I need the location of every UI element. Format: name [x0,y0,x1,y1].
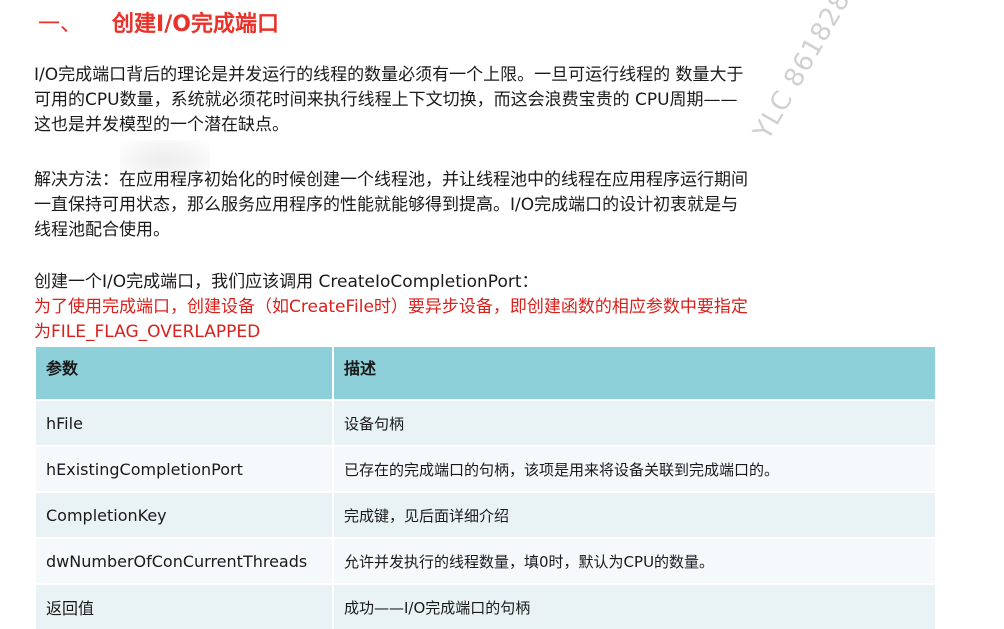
param-desc: 完成键，见后面详细介绍 [333,491,937,538]
param-name: 返回值 [36,583,334,629]
param-desc: 已存在的完成端口的句柄，该项是用来将设备关联到完成端口的。 [333,445,937,492]
param-desc: 允许并发执行的线程数量，填0时，默认为CPU的数量。 [333,537,937,584]
header-desc: 描述 [333,347,937,400]
paragraph-line: 创建一个I/O完成端口，我们应该调用 CreateIoCompletionPor… [34,272,539,292]
param-name: hExistingCompletionPort [36,445,334,492]
param-desc: 成功——I/O完成端口的句柄 [333,583,937,629]
table-row: CompletionKey 完成键，见后面详细介绍 [36,491,937,538]
param-desc: 设备句柄 [333,399,937,446]
paragraph-line: 线程池配合使用。 [34,220,170,240]
paragraph-line: 解决方法：在应用程序初始化的时候创建一个线程池，并让线程池中的线程在应用程序运行… [34,170,748,190]
parameter-table: 参数 描述 hFile 设备句柄 hExistingCompletionPort… [36,347,937,629]
paragraph-create: 创建一个I/O完成端口，我们应该调用 CreateIoCompletionPor… [34,270,949,345]
paragraph-line: 这也是并发模型的一个潜在缺点。 [34,115,289,135]
table-row: hFile 设备句柄 [36,399,937,446]
table-row: 返回值 成功——I/O完成端口的句柄 [36,583,937,629]
table-header-row: 参数 描述 [36,347,937,400]
param-name: hFile [36,399,334,446]
paragraph-solution: 解决方法：在应用程序初始化的时候创建一个线程池，并让线程池中的线程在应用程序运行… [34,168,949,243]
note-line: 为了使用完成端口，创建设备（如CreateFile时）要异步设备，即创建函数的相… [34,297,748,317]
table-row: hExistingCompletionPort 已存在的完成端口的句柄，该项是用… [36,445,937,492]
title-text: 创建I/O完成端口 [112,12,279,37]
param-name: dwNumberOfConCurrentThreads [36,537,334,584]
header-param: 参数 [36,347,334,400]
note-line: 为FILE_FLAG_OVERLAPPED [34,322,261,342]
paragraph-line: 可用的CPU数量，系统就必须花时间来执行线程上下文切换，而这会浪费宝贵的 CPU… [34,90,738,110]
table-row: dwNumberOfConCurrentThreads 允许并发执行的线程数量，… [36,537,937,584]
paragraph-line: 一直保持可用状态，那么服务应用程序的性能就能够得到提高。I/O完成端口的设计初衷… [34,195,739,215]
slide-title: 一、 创建I/O完成端口 [38,4,279,40]
title-number: 一、 [38,12,83,37]
param-name: CompletionKey [36,491,334,538]
